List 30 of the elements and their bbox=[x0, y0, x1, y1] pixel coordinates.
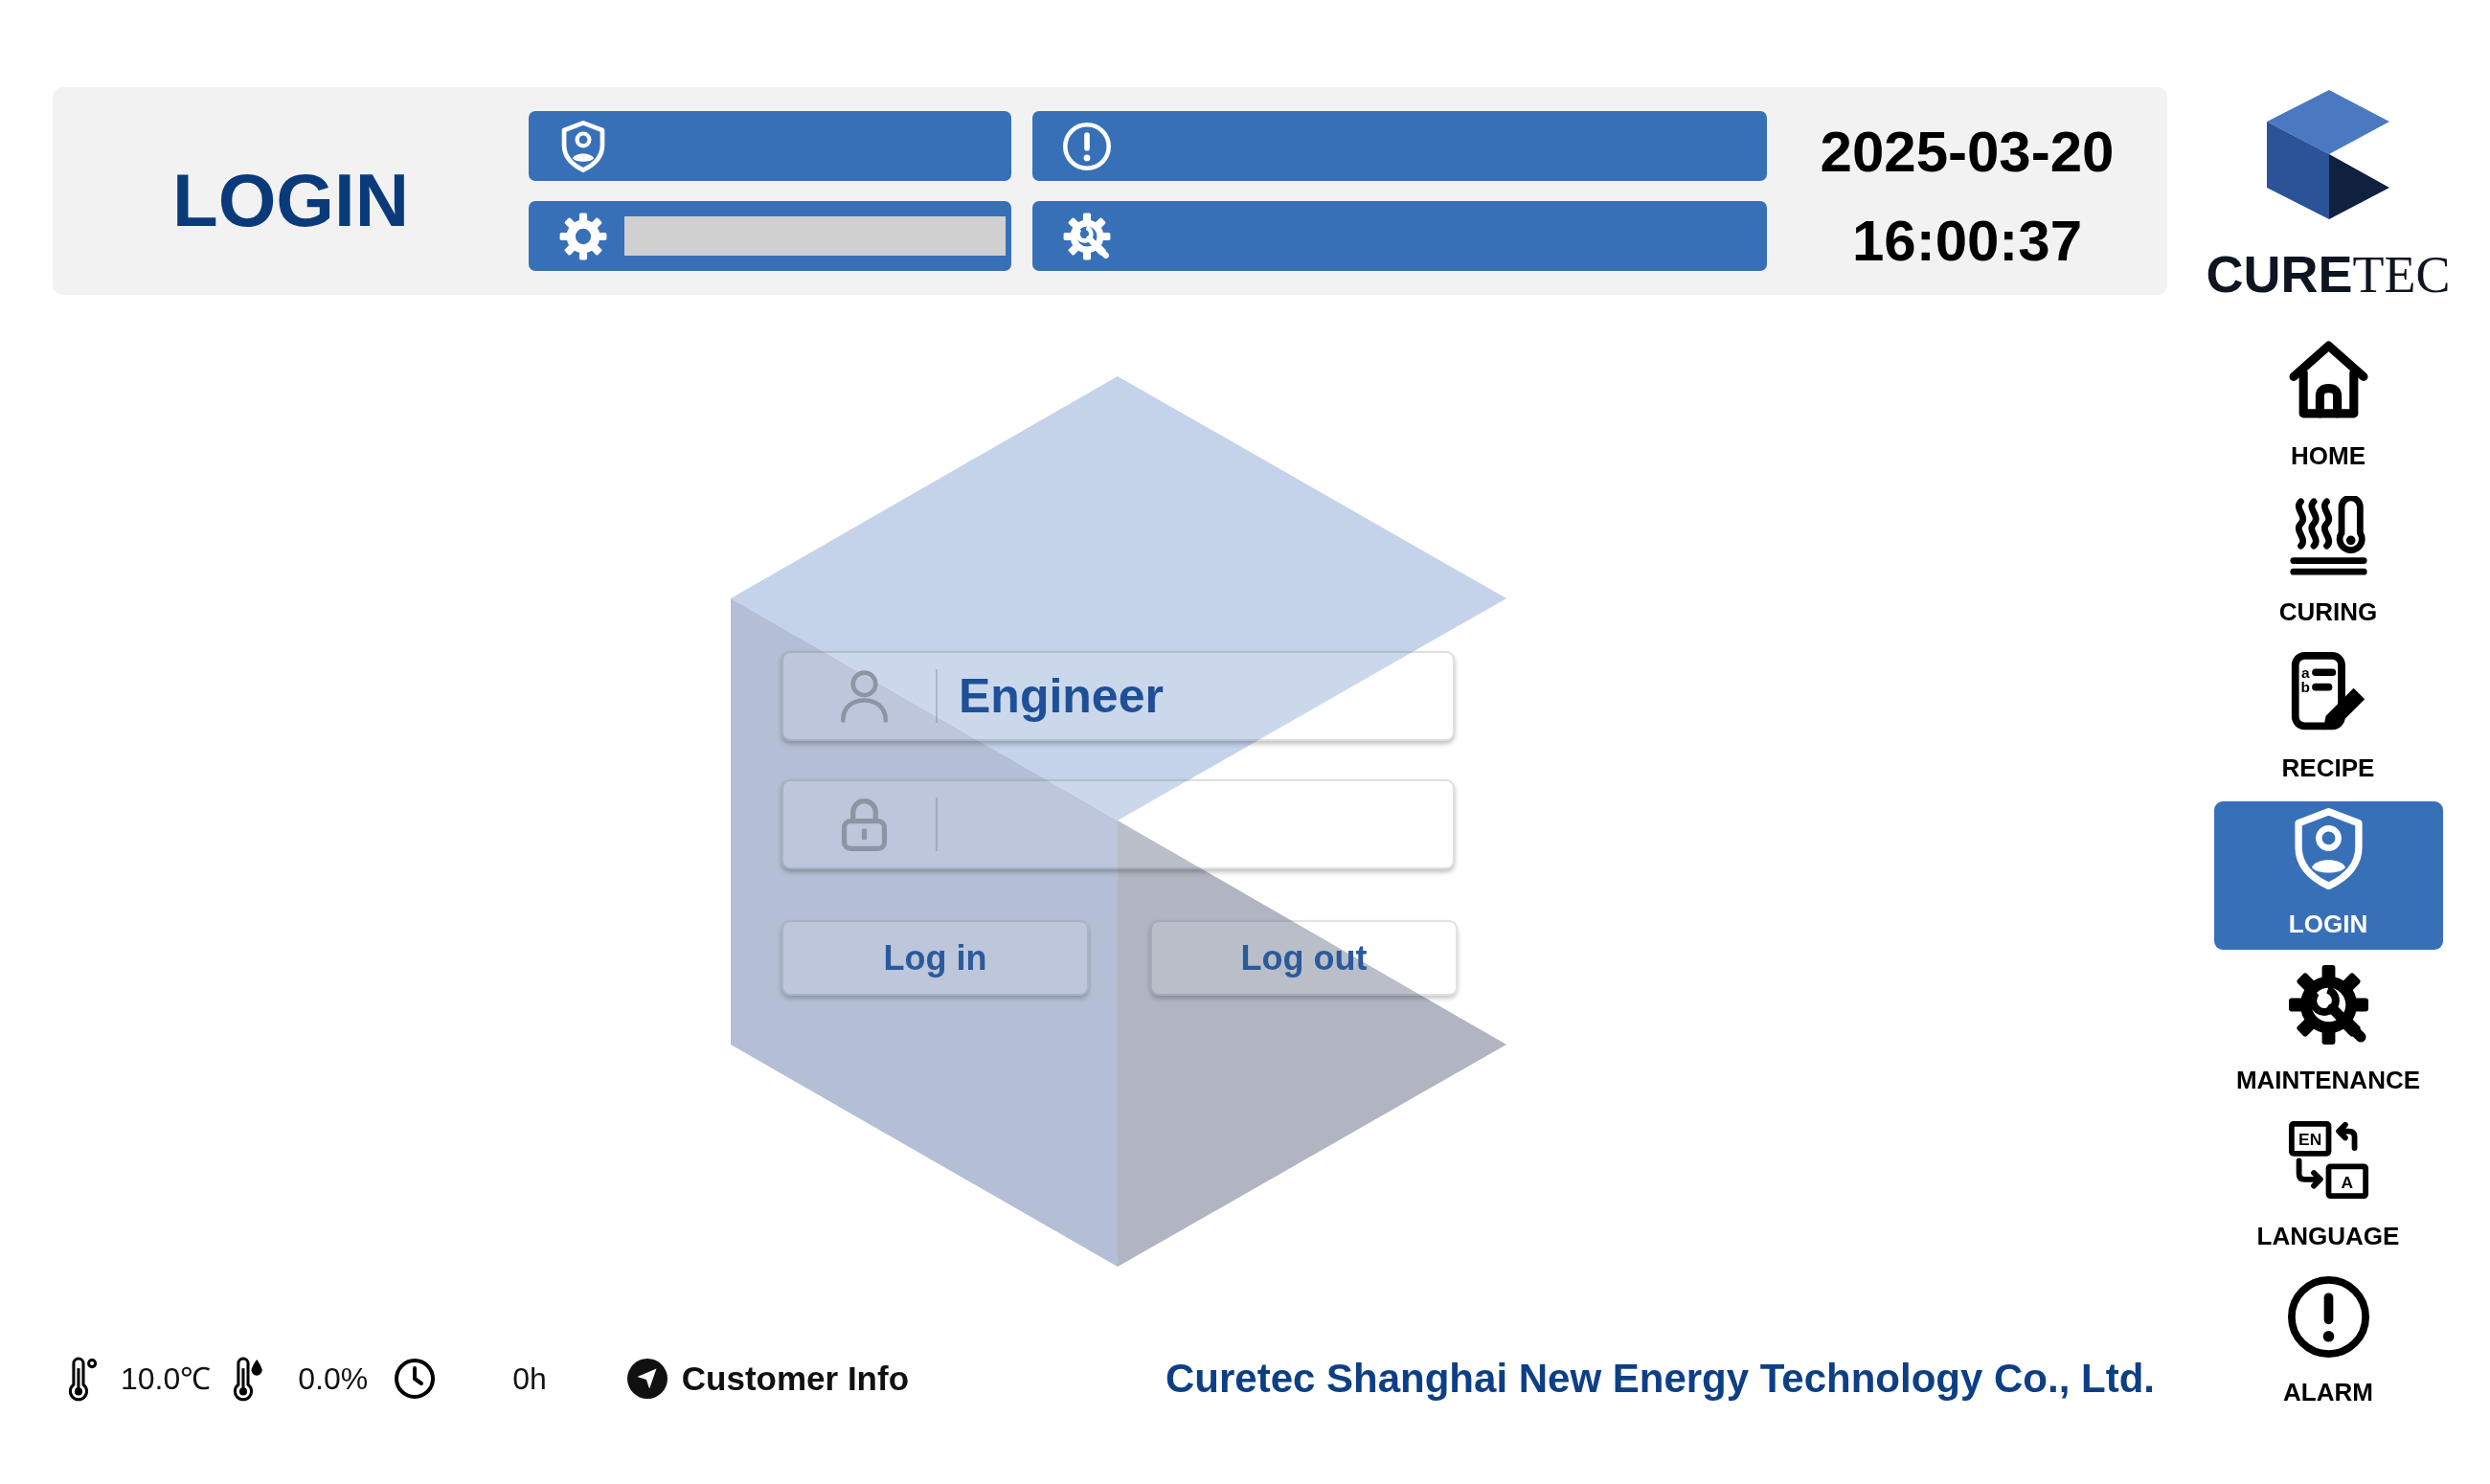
username-field[interactable]: Engineer bbox=[781, 651, 1455, 741]
log-out-button[interactable]: Log out bbox=[1150, 920, 1458, 996]
nav-item[interactable]: MAINTENANCE bbox=[2213, 957, 2443, 1106]
lock-icon bbox=[839, 798, 890, 851]
log-in-button[interactable]: Log in bbox=[781, 920, 1089, 996]
page-title: LOGIN bbox=[172, 162, 409, 237]
date-text: 2025-03-20 bbox=[1820, 124, 2115, 181]
shield-user-icon bbox=[559, 120, 607, 172]
time-text: 16:00:37 bbox=[1851, 213, 2083, 270]
heat-thermometer-icon bbox=[2287, 496, 2369, 577]
alert-icon bbox=[1063, 120, 1111, 172]
nav-item[interactable]: EN A LANGUAGE bbox=[2213, 1113, 2443, 1262]
nav-item[interactable]: a b RECIPE bbox=[2213, 645, 2443, 794]
nav-item[interactable]: HOME bbox=[2213, 333, 2443, 482]
company-name: Curetec Shanghai New Energy Technology Co., Ltd. bbox=[1165, 1356, 2155, 1402]
password-field[interactable] bbox=[781, 779, 1455, 869]
runtime-reading: 0h bbox=[512, 1363, 547, 1394]
nav-item[interactable]: ALARM bbox=[2213, 1270, 2443, 1418]
temperature-reading: 10.0℃ bbox=[121, 1363, 212, 1394]
logo-text: CURETEC bbox=[2206, 248, 2451, 301]
thermometer-drop-icon bbox=[232, 1356, 264, 1402]
clock-icon bbox=[394, 1358, 437, 1400]
alert-icon bbox=[2287, 1276, 2369, 1358]
nav-item[interactable]: CURING bbox=[2213, 489, 2443, 638]
humidity-reading: 0.0% bbox=[298, 1363, 369, 1394]
nav-item[interactable]: LOGIN bbox=[2213, 801, 2443, 950]
gear-wrench-icon bbox=[2287, 964, 2369, 1046]
user-icon bbox=[839, 669, 890, 723]
thermometer-icon bbox=[67, 1356, 99, 1402]
customer-info-button[interactable]: Customer Info bbox=[626, 1359, 910, 1399]
